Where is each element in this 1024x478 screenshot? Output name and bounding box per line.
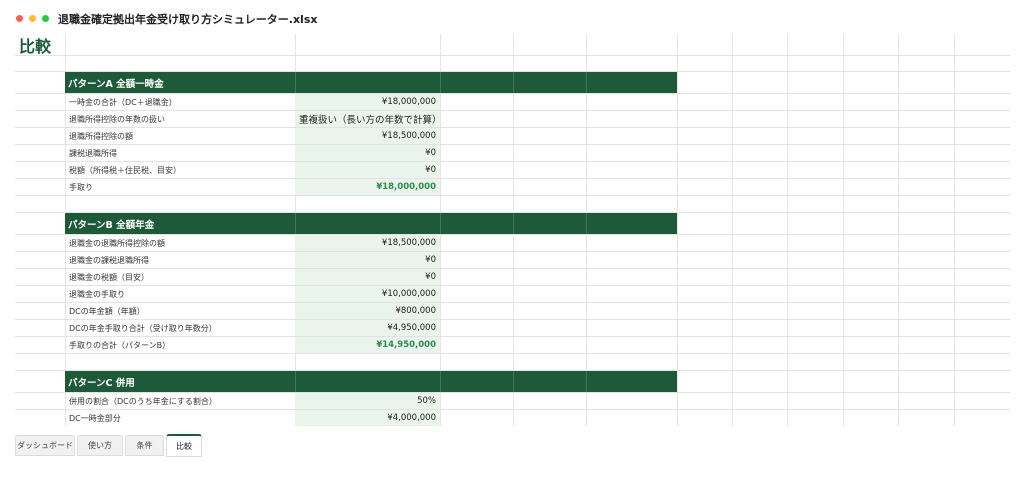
row-label: 併用の割合（DCのうち年金にする割合）	[69, 396, 217, 406]
close-window-button[interactable]	[16, 15, 23, 22]
band-separator	[586, 213, 587, 234]
value-cell[interactable]: ¥0	[295, 162, 440, 178]
row-label: 課税退職所得	[69, 148, 117, 158]
section-header-band: パターンC 併用	[65, 371, 677, 392]
value-cell[interactable]: ¥18,000,000	[295, 94, 440, 110]
band-separator	[295, 213, 296, 234]
value-cell[interactable]: 50%	[295, 393, 440, 409]
sheet-row[interactable]: DCの年金手取り合計（受け取り年数分） ¥4,950,000	[15, 320, 1010, 337]
sheet-row[interactable]	[15, 354, 1010, 371]
sheet-row[interactable]	[15, 196, 1010, 213]
row-label: 手取り	[69, 182, 93, 192]
band-separator	[440, 371, 441, 392]
section-header-row[interactable]: パターンC 併用	[15, 371, 1010, 393]
row-label: 税額（所得税＋住民税、目安）	[69, 165, 181, 175]
row-label: 退職所得控除の額	[69, 131, 133, 141]
row-label: 退職金の退職所得控除の額	[69, 238, 165, 248]
section-title: パターンA 全額一時金	[68, 78, 164, 90]
sheet-tab-1[interactable]: 使い方	[77, 435, 123, 456]
row-label: DCの年金手取り合計（受け取り年数分）	[69, 323, 217, 333]
band-separator	[586, 72, 587, 93]
value-cell[interactable]: ¥18,500,000	[295, 235, 440, 251]
value-cell[interactable]: ¥800,000	[295, 303, 440, 319]
value-cell[interactable]: ¥10,000,000	[295, 286, 440, 302]
spreadsheet-grid: 比較 パターンA 全額一時金 一時金の合計（DC＋退職金） ¥18,000,000 退職…	[15, 34, 1010, 426]
row-label: 退職金の税額（目安）	[69, 272, 149, 282]
row-label: DCの年金額（年額）	[69, 306, 145, 316]
band-separator	[586, 371, 587, 392]
sheet-tab-0[interactable]: ダッシュボード	[15, 435, 75, 456]
value-cell[interactable]: ¥14,950,000	[295, 337, 440, 353]
sheet-row[interactable]: 退職金の税額（目安） ¥0	[15, 269, 1010, 286]
section-header-row[interactable]: パターンB 全額年金	[15, 213, 1010, 235]
row-label: DC一時金部分	[69, 413, 121, 423]
sheet-row[interactable]: 税額（所得税＋住民税、目安） ¥0	[15, 162, 1010, 179]
value-cell[interactable]: ¥0	[295, 252, 440, 268]
row-label: 一時金の合計（DC＋退職金）	[69, 97, 177, 107]
sheet-row[interactable]: 一時金の合計（DC＋退職金） ¥18,000,000	[15, 94, 1010, 111]
band-separator	[513, 213, 514, 234]
value-cell[interactable]: ¥18,500,000	[295, 128, 440, 144]
row-label: 退職金の課税退職所得	[69, 255, 149, 265]
sheet-tab-2[interactable]: 条件	[125, 435, 164, 456]
band-separator	[295, 72, 296, 93]
sheet-title: 比較	[19, 36, 52, 56]
value-cell[interactable]: ¥4,000,000	[295, 410, 440, 426]
sheet-row[interactable]: 退職所得控除の年数の扱い 重複扱い（長い方の年数で計算）	[15, 111, 1010, 128]
section-header-band: パターンA 全額一時金	[65, 72, 677, 93]
value-cell[interactable]: ¥4,950,000	[295, 320, 440, 336]
sheet-row[interactable]: 退職金の手取り ¥10,000,000	[15, 286, 1010, 303]
sheet-row[interactable]: 退職金の退職所得控除の額 ¥18,500,000	[15, 235, 1010, 252]
sheet-row[interactable]: 退職金の課税退職所得 ¥0	[15, 252, 1010, 269]
section-title: パターンB 全額年金	[68, 219, 155, 231]
section-header-row[interactable]: パターンA 全額一時金	[15, 72, 1010, 94]
band-separator	[513, 72, 514, 93]
row-label: 退職金の手取り	[69, 289, 125, 299]
sheet-row[interactable]	[15, 56, 1010, 72]
sheet-row[interactable]: 手取りの合計（パターンB） ¥14,950,000	[15, 337, 1010, 354]
section-title: パターンC 併用	[68, 377, 135, 389]
row-label: 退職所得控除の年数の扱い	[69, 114, 165, 124]
value-cell[interactable]: 重複扱い（長い方の年数で計算）	[295, 111, 442, 127]
sheet-row[interactable]: DC一時金部分 ¥4,000,000	[15, 410, 1010, 426]
sheet-row[interactable]: 手取り ¥18,000,000	[15, 179, 1010, 196]
band-separator	[295, 371, 296, 392]
band-separator	[513, 371, 514, 392]
minimize-window-button[interactable]	[29, 15, 36, 22]
sheet-row[interactable]: 退職所得控除の額 ¥18,500,000	[15, 128, 1010, 145]
window-titlebar: 退職金確定拠出年金受け取り方シミュレーター.xlsx	[0, 0, 1024, 34]
sheet-row[interactable]: 課税退職所得 ¥0	[15, 145, 1010, 162]
row-label: 手取りの合計（パターンB）	[69, 340, 171, 350]
window-title: 退職金確定拠出年金受け取り方シミュレーター.xlsx	[58, 13, 318, 26]
zoom-window-button[interactable]	[42, 15, 49, 22]
sheet-row[interactable]: 比較	[15, 34, 1010, 56]
sheet-row[interactable]: 併用の割合（DCのうち年金にする割合） 50%	[15, 393, 1010, 410]
value-cell[interactable]: ¥18,000,000	[295, 179, 440, 195]
band-separator	[440, 72, 441, 93]
value-cell[interactable]: ¥0	[295, 145, 440, 161]
sheet-row[interactable]: DCの年金額（年額） ¥800,000	[15, 303, 1010, 320]
band-separator	[440, 213, 441, 234]
sheet-tab-3[interactable]: 比較	[166, 434, 202, 457]
value-cell[interactable]: ¥0	[295, 269, 440, 285]
section-header-band: パターンB 全額年金	[65, 213, 677, 234]
